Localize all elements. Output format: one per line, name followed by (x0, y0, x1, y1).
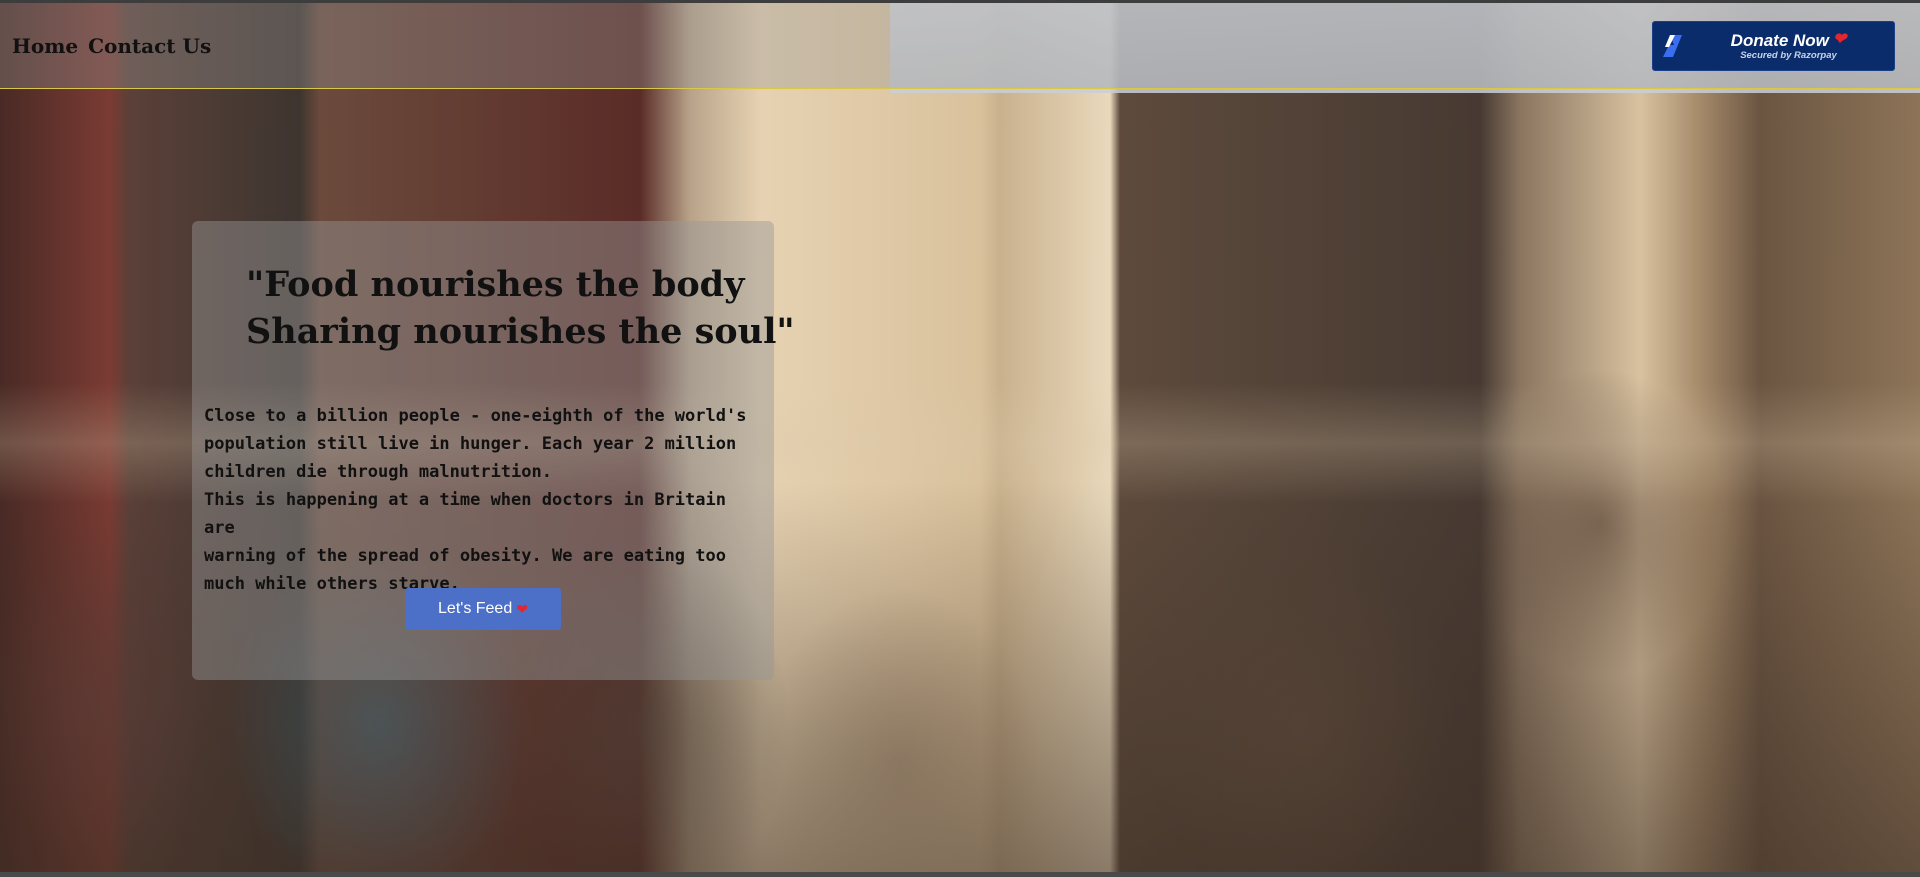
navbar: Home Contact Us Donate Now ❤ Secured by … (0, 3, 1920, 89)
heart-icon: ❤ (1832, 31, 1847, 48)
hero-description-line: warning of the spread of obesity. We are… (204, 546, 726, 566)
lets-feed-button[interactable]: Let's Feed ❤ (405, 588, 561, 630)
nav-links: Home Contact Us (12, 34, 211, 58)
hero-description-line: Close to a billion people - one-eighth o… (204, 406, 747, 426)
razorpay-logo-icon (1653, 21, 1691, 71)
heart-icon: ❤ (516, 601, 528, 617)
nav-link-contact-us[interactable]: Contact Us (88, 34, 211, 58)
bottom-edge (0, 872, 1920, 877)
hero-quote-line: Sharing nourishes the soul" (246, 311, 795, 352)
hero-description-line: population still live in hunger. Each ye… (204, 434, 737, 454)
donate-subtitle: Secured by Razorpay (1740, 49, 1837, 61)
hero-quote-line: "Food nourishes the body (246, 264, 745, 305)
lets-feed-label: Let's Feed (438, 600, 513, 617)
hero-description: Close to a billion people - one-eighth o… (204, 402, 764, 598)
donate-title-label: Donate Now (1730, 30, 1829, 50)
donate-text: Donate Now ❤ Secured by Razorpay (1691, 31, 1894, 62)
donate-now-button[interactable]: Donate Now ❤ Secured by Razorpay (1652, 21, 1895, 71)
nav-link-home[interactable]: Home (12, 34, 78, 58)
hero-quote: "Food nourishes the body Sharing nourish… (246, 261, 795, 355)
hero-description-line: children die through malnutrition. (204, 462, 552, 482)
hero-description-line: This is happening at a time when doctors… (204, 490, 726, 538)
hero-quote-card: "Food nourishes the body Sharing nourish… (192, 221, 795, 680)
page: Home Contact Us Donate Now ❤ Secured by … (0, 0, 1920, 877)
donate-title: Donate Now ❤ (1731, 31, 1847, 50)
